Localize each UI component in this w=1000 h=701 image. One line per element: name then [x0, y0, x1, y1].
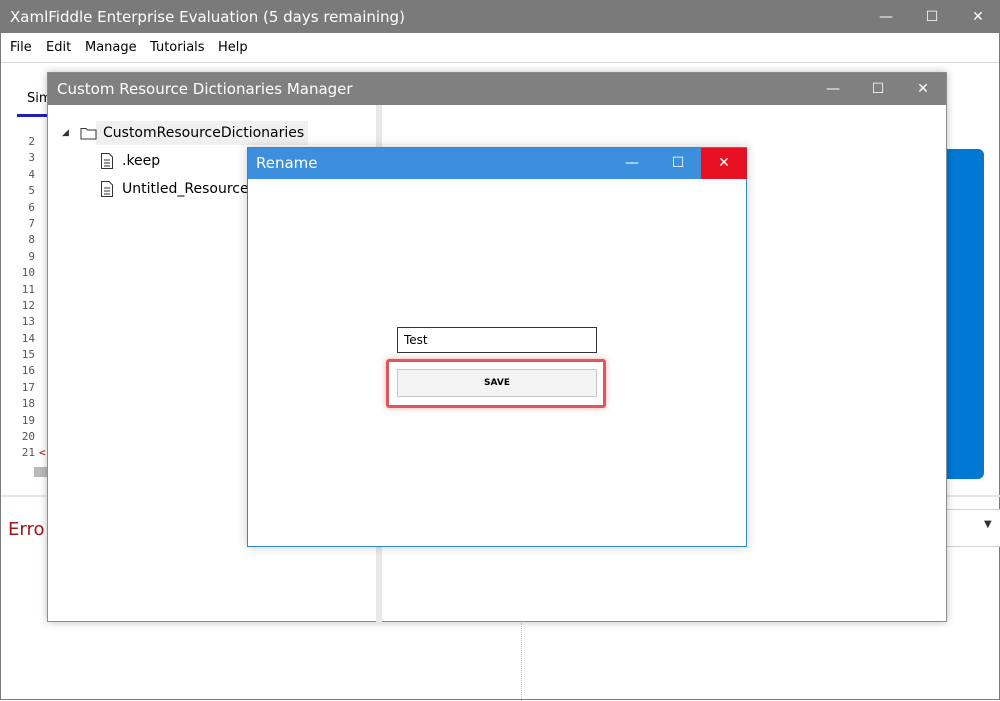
document-icon — [101, 181, 113, 197]
line-number: 7 — [28, 216, 35, 230]
menu-bar: File Edit Manage Tutorials Help — [1, 33, 999, 63]
main-titlebar: XamlFiddle Enterprise Evaluation (5 days… — [1, 1, 999, 33]
line-number: 3 — [28, 151, 35, 165]
preview-panel — [945, 149, 984, 479]
menu-edit[interactable]: Edit — [46, 40, 71, 55]
tree-root-label: CustomResourceDictionaries — [103, 125, 305, 141]
code-fragment[interactable]: < — [39, 446, 46, 459]
rename-titlebar: Rename — ☐ ✕ — [248, 148, 747, 179]
crd-titlebar: Custom Resource Dictionaries Manager — ☐… — [48, 73, 946, 105]
main-close-button[interactable]: ✕ — [955, 1, 1000, 33]
line-number-gutter: 2 3 4 5 6 7 8 9 10 11 12 13 14 15 16 17 … — [9, 134, 35, 462]
rename-dialog-title: Rename — [256, 154, 318, 172]
line-number: 8 — [28, 233, 35, 247]
line-number: 2 — [28, 135, 35, 148]
errors-label: Erro — [8, 519, 45, 540]
main-window-title: XamlFiddle Enterprise Evaluation (5 days… — [10, 8, 405, 26]
line-number: 12 — [21, 298, 35, 312]
line-number: 10 — [21, 266, 35, 280]
line-number: 19 — [21, 413, 35, 427]
save-button[interactable]: SAVE — [397, 369, 597, 397]
crd-window-title: Custom Resource Dictionaries Manager — [57, 80, 353, 98]
crd-minimize-button[interactable]: — — [810, 73, 856, 105]
folder-icon — [80, 128, 97, 140]
document-icon — [101, 153, 113, 169]
line-number: 11 — [21, 282, 35, 296]
crd-maximize-button[interactable]: ☐ — [855, 73, 901, 105]
line-number: 9 — [28, 249, 35, 263]
line-number: 17 — [21, 380, 35, 394]
line-number: 4 — [28, 167, 35, 181]
tree-item-label: Untitled_Resource_ — [122, 181, 256, 197]
menu-tutorials[interactable]: Tutorials — [150, 40, 205, 55]
rename-close-button[interactable]: ✕ — [701, 148, 747, 179]
tab-active-indicator — [17, 114, 51, 117]
menu-help[interactable]: Help — [218, 40, 248, 55]
line-number: 15 — [21, 348, 35, 362]
main-maximize-button[interactable]: ☐ — [909, 1, 955, 33]
line-number: 13 — [21, 315, 35, 329]
dotted-separator — [521, 623, 522, 701]
line-number: 6 — [28, 200, 35, 214]
rename-minimize-button[interactable]: — — [609, 148, 655, 179]
line-number: 5 — [28, 184, 35, 198]
expand-toggle-icon[interactable]: ◢ — [62, 121, 69, 145]
chevron-down-icon[interactable]: ▼ — [984, 519, 992, 530]
tree-item-label: .keep — [122, 153, 161, 169]
line-number: 16 — [21, 364, 35, 378]
line-number: 21 — [21, 446, 35, 460]
line-number: 18 — [21, 397, 35, 411]
rename-dialog: Rename — ☐ ✕ SAVE — [247, 147, 747, 547]
menu-file[interactable]: File — [10, 40, 32, 55]
menu-manage[interactable]: Manage — [85, 40, 137, 55]
line-number: 20 — [21, 430, 35, 444]
rename-input[interactable] — [397, 327, 597, 353]
line-number: 14 — [21, 331, 35, 345]
main-minimize-button[interactable]: — — [863, 1, 909, 33]
rename-maximize-button[interactable]: ☐ — [655, 148, 701, 179]
crd-close-button[interactable]: ✕ — [900, 73, 946, 105]
